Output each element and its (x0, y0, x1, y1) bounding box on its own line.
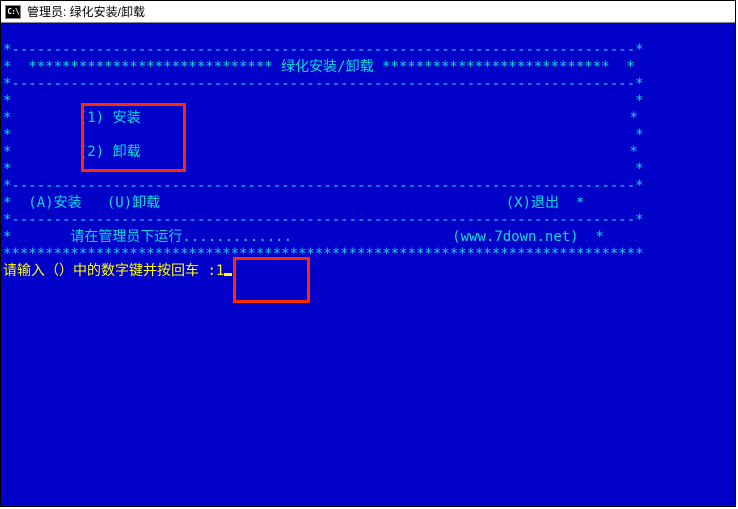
prompt-input[interactable]: 1 (216, 263, 224, 279)
line-menu-left: * (A)安装 (U)卸载 (3, 195, 160, 211)
line-runadmin-right: (www.7down.net) * (452, 229, 604, 245)
line-menu-right: (X)退出 * (506, 195, 585, 211)
line-option-uninstall: * (2) 卸载 * (3, 144, 638, 160)
highlight-input (233, 257, 310, 303)
titlebar: C:\ 管理员: 绿化安装/卸载 (1, 1, 735, 23)
line-blank-3: * * (3, 161, 644, 177)
window-title: 管理员: 绿化安装/卸载 (27, 3, 145, 20)
line-sep-1: *---------------------------------------… (3, 76, 644, 92)
line-header: * ***************************** 绿化安装/卸载 … (3, 59, 635, 75)
prompt-text: 请输入（）中的数字键并按回车 (3, 263, 199, 279)
line-runadmin-left: * 请在管理员下运行............. (3, 229, 292, 245)
cursor (224, 273, 232, 276)
line-top-border: *---------------------------------------… (3, 42, 644, 58)
console-window: C:\ 管理员: 绿化安装/卸载 *----------------------… (0, 0, 736, 507)
cmd-icon: C:\ (5, 5, 21, 19)
line-sep-2: *---------------------------------------… (3, 178, 644, 194)
prompt-sep: : (207, 263, 215, 279)
console-area[interactable]: *---------------------------------------… (1, 23, 735, 506)
line-sep-3: *---------------------------------------… (3, 212, 644, 228)
line-stars: ****************************************… (3, 246, 644, 262)
line-option-install: * (1) 安装 * (3, 110, 638, 126)
line-blank-1: * * (3, 93, 644, 109)
line-blank-2: * * (3, 127, 644, 143)
